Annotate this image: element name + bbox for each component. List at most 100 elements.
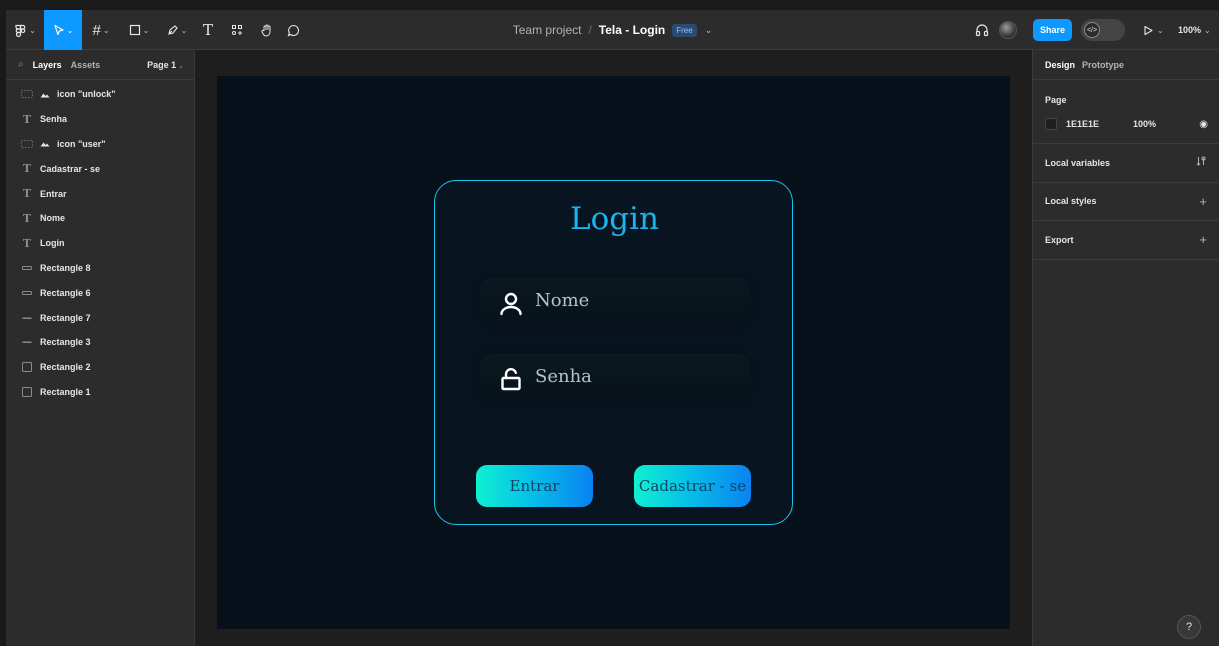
rectangle-layer-icon (20, 339, 34, 345)
chevron-down-icon: ⌄ (29, 25, 36, 35)
local-variables-row[interactable]: Local variables (1033, 144, 1219, 183)
page-section-heading: Page (1045, 95, 1067, 105)
file-menu-chevron-icon[interactable]: ⌄ (705, 25, 713, 36)
tab-layers[interactable]: Layers (33, 60, 62, 70)
shape-tool-button[interactable]: ⌄ (120, 10, 158, 50)
help-button[interactable]: ? (1177, 615, 1201, 639)
toolbar: ⌄ ⌄ # ⌄ ⌄ ⌄ T Team project / Tela - Logi… (6, 10, 1219, 50)
layer-item[interactable]: T Login (6, 231, 194, 256)
export-label: Export (1045, 234, 1074, 245)
layer-item[interactable]: Rectangle 3 (6, 330, 194, 355)
local-variables-label: Local variables (1045, 157, 1111, 168)
hand-icon (260, 24, 270, 37)
layer-name: Rectangle 1 (40, 386, 91, 397)
chevron-down-icon: ⌄ (180, 25, 188, 35)
plus-icon[interactable]: + (1199, 232, 1207, 247)
layer-item[interactable]: T Entrar (6, 181, 194, 206)
layer-item[interactable]: T Cadastrar - se (6, 156, 194, 181)
unlock-icon[interactable] (498, 366, 524, 392)
frame-tela-login[interactable]: Login Nome Senha Entrar Cadastrar - se (217, 76, 1010, 629)
name-field-placeholder[interactable]: Nome (535, 290, 589, 311)
layer-item[interactable]: Rectangle 1 (6, 380, 194, 405)
password-field[interactable]: Senha (479, 353, 751, 403)
layer-item[interactable]: T Senha (6, 107, 194, 132)
tool-group: ⌄ ⌄ # ⌄ ⌄ ⌄ T (6, 10, 308, 50)
layer-name: icon "unlock" (57, 89, 116, 100)
plus-icon[interactable]: + (1199, 194, 1207, 209)
enter-button[interactable]: Entrar (476, 465, 593, 507)
canvas[interactable]: Login Nome Senha Entrar Cadastrar - se (195, 50, 1032, 646)
resources-icon (232, 25, 242, 35)
tab-design[interactable]: Design (1045, 60, 1075, 70)
page-fill-row[interactable]: 1E1E1E 100% ◉ (1045, 118, 1208, 130)
layer-name: Entrar (40, 188, 67, 199)
cursor-icon (54, 24, 64, 36)
name-field[interactable]: Nome (479, 277, 751, 327)
layer-name: Rectangle 6 (40, 287, 91, 298)
rectangle-layer-icon (20, 362, 34, 373)
resources-button[interactable] (220, 10, 254, 50)
dev-mode-toggle[interactable]: </> (1081, 19, 1125, 41)
comment-tool-button[interactable] (278, 10, 308, 50)
register-button[interactable]: Cadastrar - se (634, 465, 751, 507)
page-color-swatch[interactable] (1045, 118, 1057, 130)
local-styles-label: Local styles (1045, 196, 1097, 207)
tab-assets[interactable]: Assets (71, 60, 101, 70)
project-name[interactable]: Team project (513, 23, 582, 37)
figma-menu-icon (15, 24, 26, 37)
main-menu-button[interactable]: ⌄ (6, 10, 44, 50)
layer-name: Senha (40, 114, 68, 125)
layer-name: icon "user" (57, 138, 106, 149)
page-color-value[interactable]: 1E1E1E (1066, 119, 1099, 129)
hand-tool-button[interactable] (254, 10, 278, 50)
figma-app: ⌄ ⌄ # ⌄ ⌄ ⌄ T Team project / Tela - Logi… (6, 10, 1219, 646)
layer-item[interactable]: icon "unlock" (6, 82, 194, 107)
eye-icon[interactable]: ◉ (1199, 119, 1208, 130)
variables-icon[interactable] (1196, 155, 1207, 170)
image-icon (40, 140, 52, 148)
code-icon: </> (1084, 22, 1100, 38)
rectangle-layer-icon (20, 265, 34, 271)
layer-name: Login (40, 238, 65, 249)
layer-item[interactable]: Rectangle 8 (6, 256, 194, 281)
properties-tabs: Design Prototype (1033, 50, 1219, 80)
search-icon[interactable]: ⌕ (18, 59, 24, 70)
plan-badge: Free (672, 23, 697, 37)
login-title[interactable]: Login (435, 201, 794, 237)
export-row[interactable]: Export + (1033, 221, 1219, 260)
layer-name: Rectangle 7 (40, 312, 91, 323)
page-opacity-value[interactable]: 100% (1133, 119, 1156, 129)
pen-icon (167, 25, 178, 35)
frame-tool-button[interactable]: # ⌄ (82, 10, 120, 50)
file-name[interactable]: Tela - Login (599, 23, 665, 37)
text-icon: T (202, 21, 213, 39)
headphones-icon[interactable] (974, 22, 990, 38)
user-icon[interactable] (498, 290, 524, 316)
title-separator: / (588, 23, 592, 37)
component-layer-icon (20, 139, 34, 148)
tab-prototype[interactable]: Prototype (1082, 60, 1124, 70)
password-field-placeholder[interactable]: Senha (535, 366, 592, 387)
layer-item[interactable]: Rectangle 7 (6, 305, 194, 330)
share-button[interactable]: Share (1033, 19, 1072, 41)
move-tool-button[interactable]: ⌄ (44, 10, 82, 50)
text-tool-button[interactable]: T (196, 10, 220, 50)
page-selector[interactable]: Page 1 ⌄ (147, 60, 184, 70)
zoom-menu[interactable]: 100% ⌄ (1178, 10, 1211, 50)
rectangle-layer-icon (20, 386, 34, 397)
layer-name: Nome (40, 213, 66, 224)
present-button[interactable]: ⌄ (1143, 10, 1164, 50)
image-icon (40, 90, 52, 98)
layer-item[interactable]: Rectangle 6 (6, 280, 194, 305)
play-icon (1144, 25, 1153, 35)
layers-panel: ⌕ Layers Assets Page 1 ⌄ icon "unlock" T Se… (6, 50, 195, 646)
layers-panel-header: ⌕ Layers Assets Page 1 ⌄ (6, 50, 194, 80)
layer-item[interactable]: T Nome (6, 206, 194, 231)
text-layer-icon: T (22, 187, 32, 201)
layer-item[interactable]: icon "user" (6, 132, 194, 157)
user-avatar[interactable] (999, 21, 1017, 39)
pen-tool-button[interactable]: ⌄ (158, 10, 196, 50)
layer-item[interactable]: Rectangle 2 (6, 355, 194, 380)
local-styles-row[interactable]: Local styles + (1033, 183, 1219, 221)
login-card[interactable]: Login Nome Senha Entrar Cadastrar - se (434, 180, 793, 525)
